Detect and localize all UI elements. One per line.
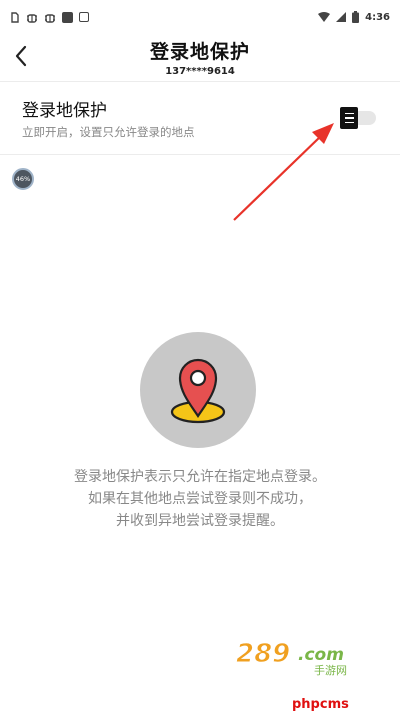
app-icon — [62, 11, 73, 23]
bug-icon — [27, 13, 37, 23]
status-right: 4:36 — [318, 11, 390, 23]
setting-title: 登录地保护 — [22, 101, 107, 121]
login-location-setting-row[interactable]: 登录地保护 立即开启，设置只允许登录的地点 — [0, 82, 400, 154]
progress-badge[interactable]: 46% — [12, 168, 34, 190]
svg-text:手游网: 手游网 — [314, 663, 347, 676]
setting-divider — [0, 154, 400, 155]
wifi-icon — [318, 12, 331, 22]
info-line: 登录地保护表示只允许在指定地点登录。 — [74, 469, 326, 485]
info-text: 登录地保护表示只允许在指定地点登录。 如果在其他地点尝试登录则不成功， 并收到异… — [0, 466, 400, 532]
phone-number: 137****9614 — [165, 66, 235, 77]
chevron-left-icon[interactable] — [12, 44, 32, 68]
bug-icon — [45, 13, 55, 23]
info-line: 如果在其他地点尝试登录则不成功， — [88, 491, 312, 507]
app-icon — [79, 12, 89, 22]
notification-icon — [11, 11, 19, 23]
svg-text:.com: .com — [298, 645, 344, 665]
status-left — [10, 11, 89, 23]
svg-text:289: 289 — [236, 639, 290, 669]
location-pin-icon — [170, 358, 226, 424]
location-illustration — [140, 332, 256, 448]
toggle-knob[interactable] — [340, 107, 358, 129]
page-header: 登录地保护 137****9614 — [0, 34, 400, 80]
battery-icon — [352, 11, 360, 23]
info-line: 并收到异地尝试登录提醒。 — [116, 513, 284, 529]
watermark-site: phpcms — [292, 697, 349, 712]
signal-icon — [336, 12, 347, 22]
setting-description: 立即开启，设置只允许登录的地点 — [22, 125, 195, 139]
status-bar: 4:36 — [0, 0, 400, 34]
page-title: 登录地保护 — [149, 41, 250, 63]
watermark-logo: 289 .com 手游网 — [236, 639, 348, 677]
status-time: 4:36 — [365, 11, 390, 23]
